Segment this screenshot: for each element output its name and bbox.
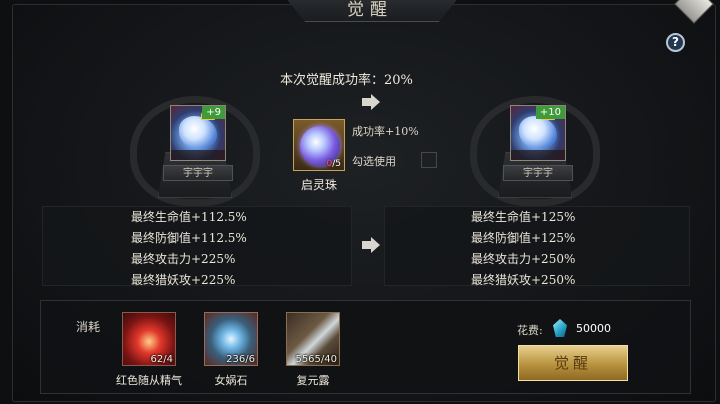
stat-before-line: 最终猎妖攻+225% bbox=[131, 273, 236, 287]
left-hero-card[interactable]: +9 bbox=[170, 105, 226, 161]
success-rate-text: 本次觉醒成功率：20% bbox=[280, 73, 413, 88]
stat-after-line: 最终攻击力+250% bbox=[471, 252, 576, 266]
red-essence-item[interactable]: 62/4 bbox=[122, 312, 176, 366]
dragon-portrait-icon bbox=[519, 116, 557, 148]
material-qty: 62/4 bbox=[150, 354, 173, 365]
material-qty: 5565/40 bbox=[295, 354, 337, 365]
stat-before-line: 最终攻击力+225% bbox=[131, 252, 236, 266]
stat-after-line: 最终猎妖攻+250% bbox=[471, 273, 576, 287]
stat-after-line: 最终生命值+125% bbox=[471, 210, 576, 224]
rate-bonus-text: 成功率+10% bbox=[352, 125, 419, 138]
cost-value: 50000 bbox=[576, 322, 611, 335]
card-plate bbox=[171, 150, 225, 160]
stat-before-line: 最终生命值+112.5% bbox=[131, 210, 247, 224]
card-plate bbox=[511, 150, 565, 160]
use-checkbox-label: 勾选使用 bbox=[352, 155, 396, 168]
dragon-portrait-icon bbox=[179, 116, 217, 148]
page-title: 觉醒 bbox=[347, 0, 393, 20]
level-badge: +10 bbox=[535, 106, 565, 119]
cost-label: 花费: bbox=[517, 324, 543, 337]
material-name: 复元露 bbox=[296, 374, 330, 387]
arrow-right-icon bbox=[362, 94, 380, 110]
material-qty: 236/6 bbox=[226, 354, 255, 365]
consume-label: 消耗 bbox=[76, 320, 101, 334]
stat-before-line: 最终防御值+112.5% bbox=[131, 231, 247, 245]
right-hero-card[interactable]: +10 bbox=[510, 105, 566, 161]
use-item-checkbox[interactable] bbox=[421, 152, 437, 168]
awaken-button[interactable]: 觉醒 bbox=[518, 345, 628, 381]
material-name: 红色随从精气 bbox=[116, 374, 182, 387]
restore-dew-item[interactable]: 5565/40 bbox=[286, 312, 340, 366]
question-icon[interactable]: ? bbox=[666, 33, 685, 52]
item-count: 0/5 bbox=[326, 159, 342, 169]
left-hero-name: 宇宇宇 bbox=[163, 165, 233, 181]
material-name: 女娲石 bbox=[214, 374, 248, 387]
right-hero-name: 宇宇宇 bbox=[503, 165, 573, 181]
item-name: 启灵珠 bbox=[300, 178, 337, 192]
nuwa-stone-item[interactable]: 236/6 bbox=[204, 312, 258, 366]
spirit-orb-item[interactable]: 0/5 bbox=[293, 119, 345, 171]
level-badge: +9 bbox=[202, 106, 225, 119]
arrow-right-icon bbox=[362, 237, 380, 253]
stat-after-line: 最终防御值+125% bbox=[471, 231, 576, 245]
